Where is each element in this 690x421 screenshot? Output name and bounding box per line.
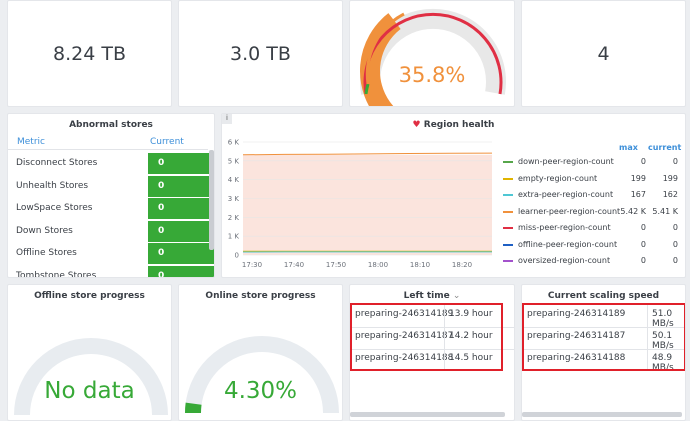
region-health-chart[interactable]: 0 1 K 2 K 3 K 4 K 5 K 6 K 17:30 17:40 17:50 18:00 1… — [222, 114, 502, 278]
legend-max-value: 0 — [640, 239, 646, 249]
legend-max-value: 0 — [640, 256, 646, 265]
y-tick-label: 0 — [235, 252, 239, 260]
storage-usage-value: 35.8% — [398, 63, 466, 87]
legend-swatch — [503, 177, 513, 180]
abnormal-current-value: 0 — [148, 198, 214, 219]
legend-current-header[interactable]: current — [648, 143, 681, 152]
metric-column-header[interactable]: Metric — [17, 137, 45, 147]
series-line[interactable] — [242, 152, 493, 156]
scaling-speed-panel: Current scaling speed preparing-24631418… — [521, 284, 686, 421]
scaling-speed-scrollbar[interactable] — [522, 412, 682, 417]
legend-max-value: 0 — [640, 223, 646, 232]
legend-label: extra-peer-region-count — [518, 190, 614, 199]
legend-item[interactable]: learner-peer-region-count 5.42 K 5.41 K — [503, 207, 683, 219]
legend-label: oversized-region-count — [518, 256, 611, 265]
x-tick-label: 17:30 — [242, 261, 262, 269]
storage-capacity-panel: 8.24 TB — [7, 0, 172, 107]
abnormal-metric-label: LowSpace Stores — [16, 203, 93, 213]
y-tick-label: 2 K — [228, 214, 240, 222]
left-time-title[interactable]: Left time — [404, 291, 450, 301]
legend-current-value: 5.41 K — [652, 206, 678, 216]
abnormal-metric-label: Unhealth Stores — [16, 180, 89, 191]
x-tick-label: 17:50 — [326, 261, 346, 269]
scaling-speed-highlight — [522, 303, 685, 371]
x-tick-label: 18:00 — [368, 261, 388, 269]
current-storage-size-value: 3.0 TB — [230, 42, 291, 65]
abnormal-metric-label: Offline Stores — [16, 248, 77, 258]
offline-store-progress-panel: Offline store progress No data — [7, 284, 172, 421]
legend-current-value: 0 — [672, 223, 678, 232]
legend-swatch — [503, 161, 513, 163]
abnormal-current-value: 0 — [148, 265, 214, 277]
legend-item[interactable]: miss-peer-region-count 0 0 — [503, 223, 683, 235]
abnormal-metric-label: Tombstone Stores — [16, 270, 97, 278]
store-count-value: 4 — [597, 42, 610, 65]
y-tick-label: 4 K — [228, 176, 240, 184]
abnormal-stores-scrollbar[interactable] — [209, 150, 214, 250]
abnormal-metric-label: Down Stores — [16, 225, 73, 236]
legend-swatch — [503, 194, 513, 196]
storage-usage-gauge-panel: 35.8% — [349, 0, 515, 107]
y-tick-label: 1 K — [228, 233, 240, 241]
legend-max-value: 167 — [630, 190, 646, 199]
current-storage-size-panel: 3.0 TB — [178, 0, 343, 107]
region-health-panel: i ♥ Region health 01 K2 K3 K4 K5 K6 K 17:… — [221, 113, 686, 278]
legend-current-value: 0 — [672, 157, 678, 166]
y-tick-label: 6 K — [228, 139, 240, 147]
online-progress-value: 4.30% — [223, 378, 298, 404]
legend-swatch — [503, 227, 513, 229]
legend-max-value: 199 — [630, 173, 646, 183]
legend-swatch — [503, 243, 513, 246]
scaling-speed-title: Current scaling speed — [547, 291, 660, 301]
legend-item[interactable]: offline-peer-region-count 0 0 — [503, 240, 683, 252]
legend-max-value: 5.42 K — [620, 206, 646, 216]
left-time-panel: Left time ⌄ preparing-246314189 13.9 hour… — [349, 284, 515, 421]
legend-item[interactable]: empty-region-count 199 199 — [503, 174, 683, 186]
legend-label: down-peer-region-count — [518, 157, 614, 166]
abnormal-stores-panel: Abnormal stores Metric Current Disconnec… — [7, 113, 215, 278]
x-tick-label: 17:40 — [284, 261, 304, 269]
legend-swatch — [503, 260, 513, 262]
online-store-progress-panel: Online store progress 4.30% — [178, 284, 343, 421]
left-time-scrollbar[interactable] — [350, 412, 505, 417]
legend-swatch — [503, 210, 513, 213]
store-count-panel: 4 — [521, 0, 686, 107]
abnormal-current-value: 0 — [148, 153, 214, 174]
legend-current-value: 0 — [672, 256, 678, 265]
legend-label: empty-region-count — [518, 173, 598, 183]
legend-max-value: 0 — [640, 157, 646, 166]
legend-label: offline-peer-region-count — [518, 239, 618, 249]
storage-usage-gauge — [360, 8, 506, 106]
y-tick-label: 3 K — [228, 195, 240, 203]
y-tick-label: 5 K — [228, 157, 240, 165]
abnormal-metric-label: Disconnect Stores — [16, 158, 98, 168]
left-time-highlight — [350, 303, 503, 371]
abnormal-current-value: 0 — [148, 243, 214, 264]
abnormal-current-value: 0 — [148, 175, 214, 197]
abnormal-current-value: 0 — [148, 220, 214, 242]
legend-current-value: 162 — [662, 190, 678, 199]
offline-progress-title: Offline store progress — [34, 291, 145, 301]
x-tick-label: 18:20 — [452, 261, 472, 269]
abnormal-stores-title: Abnormal stores — [69, 120, 153, 130]
legend-label: miss-peer-region-count — [518, 223, 611, 232]
legend-label: learner-peer-region-count — [518, 206, 621, 216]
chevron-down-icon[interactable]: ⌄ — [453, 291, 461, 301]
legend-item[interactable]: oversized-region-count 0 0 — [503, 256, 683, 268]
legend-max-header[interactable]: max — [619, 143, 638, 152]
storage-capacity-value: 8.24 TB — [53, 42, 126, 65]
online-progress-title: Online store progress — [205, 291, 316, 301]
legend-item[interactable]: down-peer-region-count 0 0 — [503, 157, 683, 169]
offline-progress-value: No data — [44, 378, 135, 404]
legend-current-value: 0 — [672, 239, 678, 249]
series-area-fill — [243, 154, 492, 255]
legend-current-value: 199 — [662, 173, 678, 183]
x-tick-label: 18:10 — [410, 261, 430, 269]
current-column-header[interactable]: Current — [150, 137, 184, 147]
legend-item[interactable]: extra-peer-region-count 167 162 — [503, 190, 683, 202]
